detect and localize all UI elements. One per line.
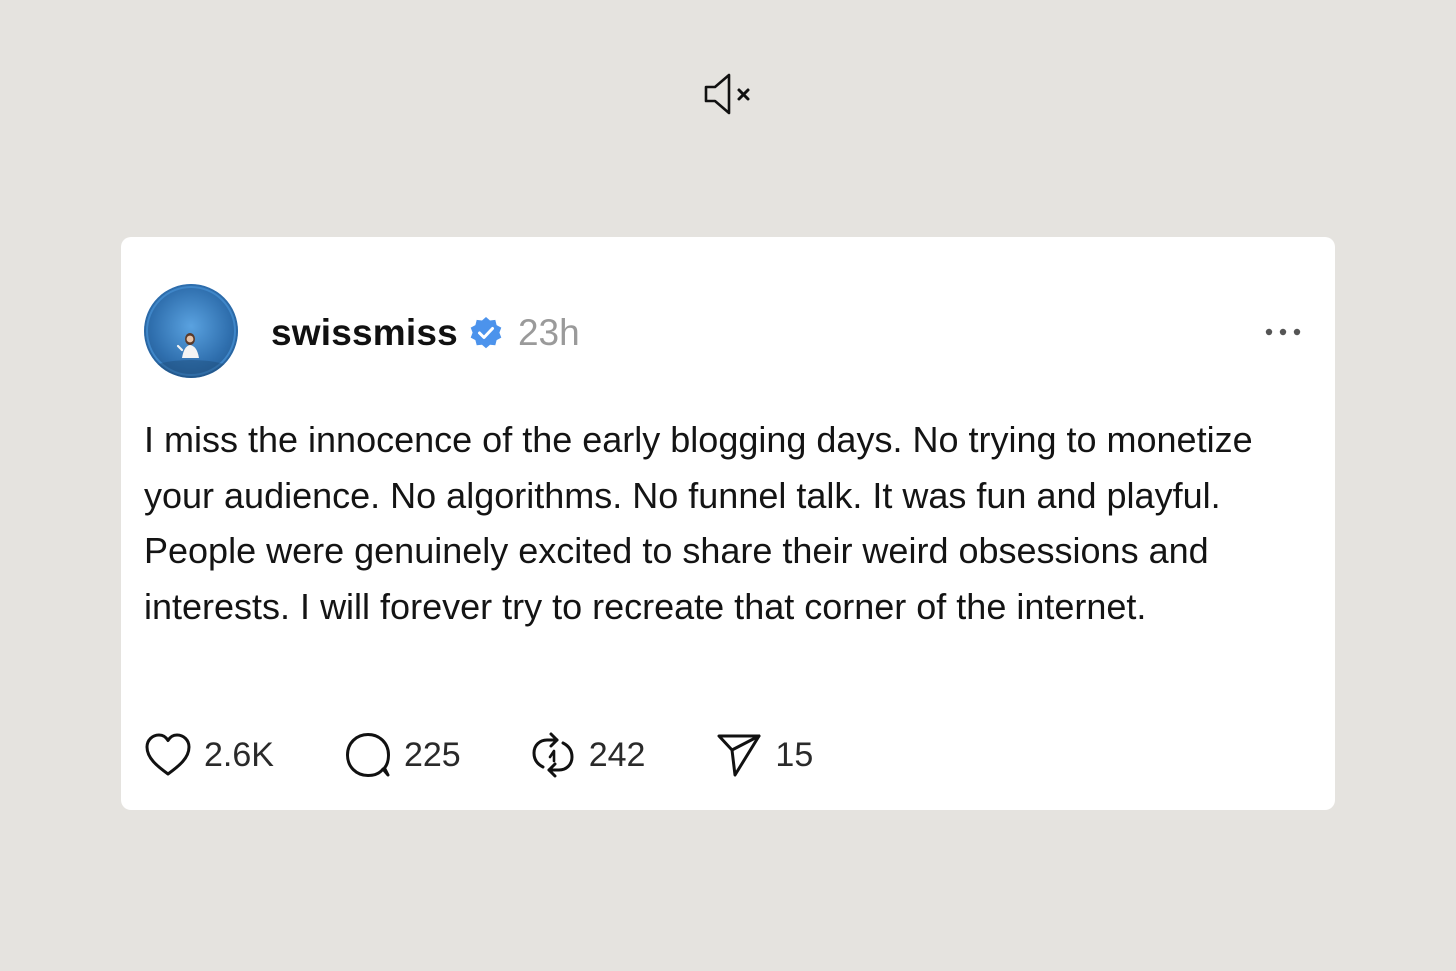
verified-badge-icon bbox=[468, 315, 504, 351]
like-button[interactable]: 2.6K bbox=[144, 731, 274, 779]
reply-count: 225 bbox=[403, 735, 461, 774]
repost-count: 242 bbox=[588, 735, 646, 774]
share-count: 15 bbox=[775, 735, 814, 774]
more-options-button[interactable] bbox=[1261, 317, 1305, 347]
post-actions: 2.6K 225 242 15 bbox=[144, 729, 813, 781]
post-header: swissmiss 23h bbox=[271, 307, 580, 359]
like-count: 2.6K bbox=[204, 735, 274, 774]
repost-button[interactable]: 242 bbox=[529, 731, 646, 779]
post-card: swissmiss 23h I miss the innocence of th… bbox=[121, 237, 1335, 810]
avatar[interactable] bbox=[144, 284, 238, 378]
more-options-icon bbox=[1265, 323, 1301, 341]
send-icon bbox=[715, 731, 763, 779]
repost-icon bbox=[529, 731, 577, 779]
mute-toggle-button[interactable] bbox=[700, 72, 756, 120]
speech-bubble-icon bbox=[344, 731, 392, 779]
post-text: I miss the innocence of the early bloggi… bbox=[144, 419, 1253, 627]
reply-button[interactable]: 225 bbox=[344, 731, 461, 779]
share-button[interactable]: 15 bbox=[715, 731, 813, 779]
post-timestamp: 23h bbox=[517, 312, 580, 353]
heart-icon bbox=[144, 731, 192, 779]
speaker-muted-icon bbox=[701, 71, 755, 122]
username[interactable]: swissmiss bbox=[271, 312, 458, 354]
